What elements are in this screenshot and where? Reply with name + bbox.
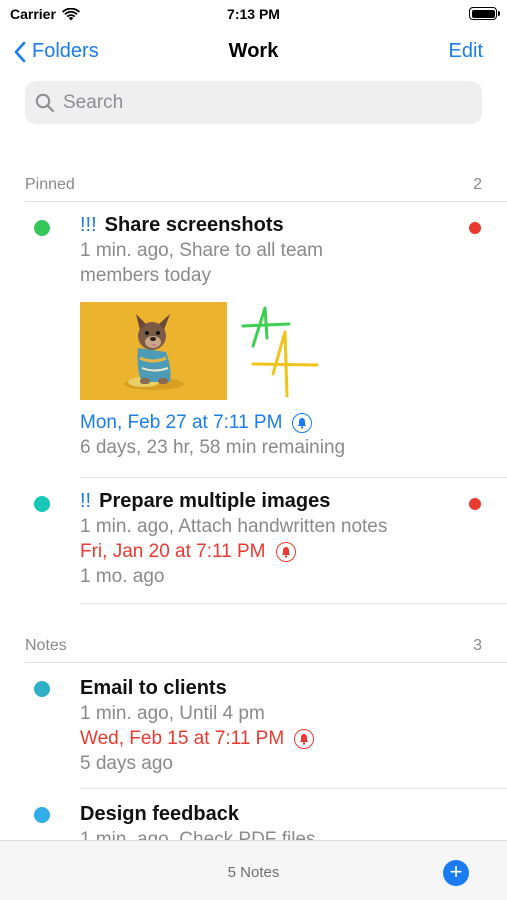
bottom-toolbar: 5 Notes +: [0, 840, 507, 900]
reminder-text: Wed, Feb 15 at 7:11 PM: [80, 728, 285, 749]
attachments: [80, 302, 487, 400]
reminder-remaining: 5 days ago: [80, 753, 173, 774]
new-note-button[interactable]: +: [443, 860, 469, 886]
dog-photo-illustration: [80, 302, 227, 400]
plus-circle-icon: +: [449, 859, 463, 884]
section-header-pinned: Pinned 2: [25, 176, 482, 194]
search-input[interactable]: [63, 91, 443, 114]
divider: [25, 201, 507, 202]
section-count: 3: [473, 637, 482, 654]
reminder-text: Mon, Feb 27 at 7:11 PM: [80, 412, 283, 433]
divider: [80, 603, 507, 604]
bell-icon: [292, 412, 313, 433]
reminder-date: Fri, Jan 20 at 7:11 PM: [80, 539, 487, 564]
divider: [80, 788, 507, 789]
section-title: Notes: [25, 637, 67, 654]
note-color-dot: [34, 496, 50, 512]
section-count: 2: [473, 176, 482, 193]
note-summary: 1 min. ago, Until 4 pm: [80, 703, 265, 724]
note-body: Email to clients 1 min. ago, Until 4 pm …: [80, 675, 487, 776]
note-color-dot: [34, 807, 50, 823]
reminder-remaining: 6 days, 23 hr, 58 min remaining: [80, 437, 346, 458]
note-title-text: Prepare multiple images: [99, 490, 331, 512]
note-color-dot: [34, 220, 50, 236]
reminder-date: Mon, Feb 27 at 7:11 PM: [80, 410, 487, 435]
priority-marker: !!: [80, 490, 92, 512]
bell-icon: [275, 541, 296, 562]
handwriting-sketch[interactable]: [237, 302, 327, 400]
reminder-text: Fri, Jan 20 at 7:11 PM: [80, 541, 266, 562]
note-title-text: Share screenshots: [104, 214, 284, 236]
note-summary: 1 min. ago, Attach handwritten notes: [80, 516, 388, 537]
reminder-remaining: 1 mo. ago: [80, 566, 165, 587]
navigation-bar: Folders Work Edit: [0, 30, 507, 74]
divider: [25, 662, 507, 663]
reminder-date: Wed, Feb 15 at 7:11 PM: [80, 726, 487, 751]
note-body: !! Prepare multiple images 1 min. ago, At…: [80, 488, 487, 589]
dog-photo-thumbnail[interactable]: [80, 302, 227, 400]
status-time: 7:13 PM: [227, 6, 280, 22]
note-summary-continued: members today: [80, 265, 211, 286]
note-prepare-multiple-images[interactable]: !! Prepare multiple images 1 min. ago, At…: [0, 488, 507, 602]
note-title: Design feedback: [80, 803, 239, 825]
divider: [80, 477, 507, 478]
note-email-to-clients[interactable]: Email to clients 1 min. ago, Until 4 pm …: [0, 675, 507, 787]
section-header-notes: Notes 3: [25, 637, 482, 655]
battery-icon: [469, 7, 500, 20]
notes-count: 5 Notes: [227, 864, 280, 881]
note-title: !!! Share screenshots: [80, 212, 487, 238]
magnifying-glass-icon: [35, 93, 55, 112]
handwriting-illustration: [241, 306, 319, 398]
search-bar[interactable]: [25, 81, 482, 124]
note-summary: 1 min. ago, Share to all team: [80, 240, 323, 261]
bell-icon: [294, 728, 315, 749]
section-title: Pinned: [25, 176, 75, 193]
note-title: Email to clients: [80, 677, 227, 699]
priority-marker: !!!: [80, 214, 97, 236]
note-title: !! Prepare multiple images: [80, 488, 487, 514]
note-share-screenshots[interactable]: !!! Share screenshots 1 min. ago, Share t…: [0, 212, 507, 477]
edit-button[interactable]: Edit: [449, 40, 483, 63]
status-bar: Carrier 7:13 PM: [0, 0, 507, 28]
page-title: Work: [228, 40, 279, 62]
note-color-dot: [34, 681, 50, 697]
note-body: !!! Share screenshots 1 min. ago, Share t…: [80, 212, 487, 460]
